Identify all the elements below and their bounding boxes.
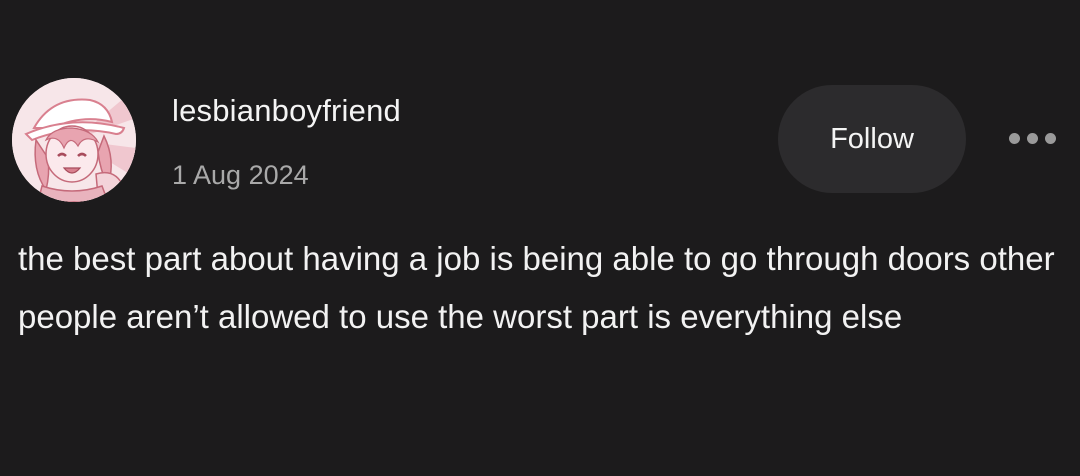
post-card: lesbianboyfriend 1 Aug 2024 Follow the b… (0, 0, 1080, 476)
post-date: 1 Aug 2024 (172, 160, 309, 190)
more-dot (1008, 132, 1020, 144)
follow-button[interactable]: Follow (778, 85, 966, 193)
more-dot (1044, 132, 1056, 144)
more-dot (1026, 132, 1038, 144)
post-body: the best part about having a job is bein… (18, 240, 1055, 335)
avatar[interactable] (12, 78, 136, 202)
more-options-icon[interactable] (1000, 120, 1064, 156)
username[interactable]: lesbianboyfriend (172, 93, 401, 129)
anime-avatar-icon (12, 78, 136, 202)
